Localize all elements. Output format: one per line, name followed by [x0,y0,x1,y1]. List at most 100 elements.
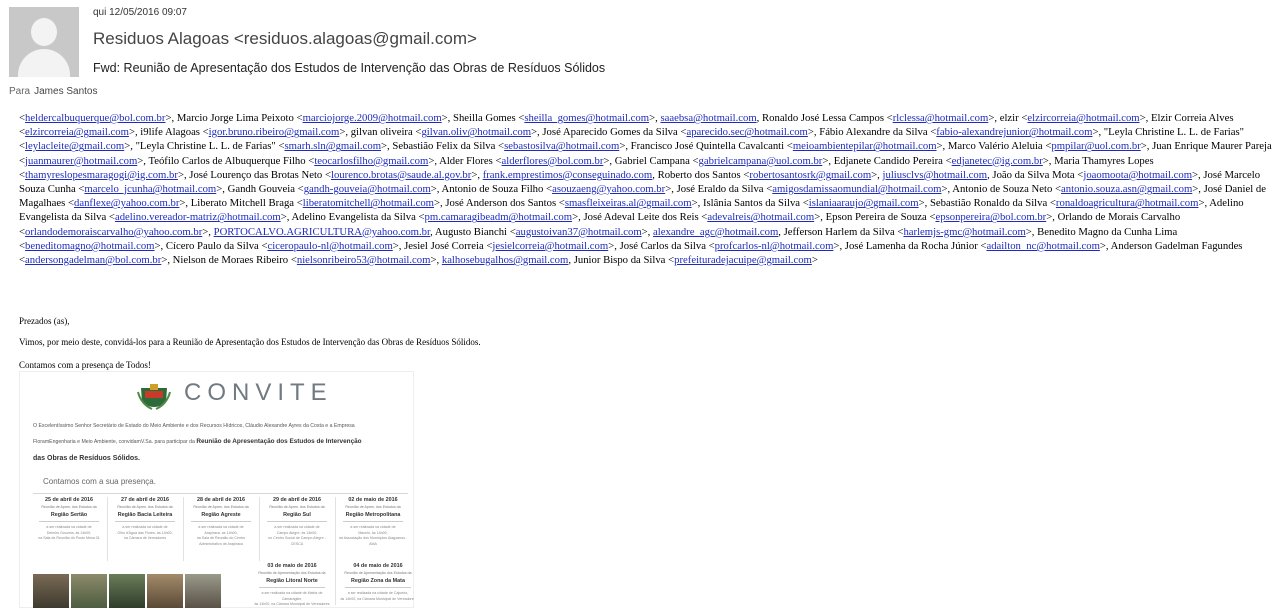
email-link[interactable]: smasfleixeiras.al@gmail.com [565,197,692,209]
session-subtitle: Reunião de Apresentação dos Estudos da [344,571,412,575]
recipient-text: >, gilvan oliveira < [339,126,422,139]
session-detail: Administrativo de Arapiraca [199,541,243,546]
email-link[interactable]: gilvan.oliv@hotmail.com [421,126,531,138]
session-divider [39,521,99,522]
email-link[interactable]: juliusclvs@hotmail.com [883,169,988,181]
email-link[interactable]: juanmaurer@hotmail.com [25,155,137,167]
recipient-text: >, Gabriel Campana < [603,154,699,167]
recipient-text: >, José Eraldo da Silva < [665,183,773,196]
email-link[interactable]: gabrielcampana@uol.com.br [699,155,823,167]
email-link[interactable]: igor.bruno.ribeiro@gmail.com [209,126,340,138]
email-link[interactable]: augustoivan37@hotmail.com [516,226,642,238]
invitation-text: Vimos, por meio deste, convidá-los para … [19,337,481,347]
to-recipient[interactable]: James Santos [34,86,97,97]
recipient-text: >, José Aparecido Gomes da Silva < [531,126,687,139]
email-link[interactable]: pm.camaragibeadm@hotmail.com [425,211,573,223]
email-link[interactable]: islaniaaraujo@gmail.com [809,197,919,209]
recipient-text: >, Epson Pereira de Souza < [814,211,936,224]
session-detail: às 14h00, na Câmara Municipal de Vereado… [254,602,330,606]
session-region: Região Litoral Norte [266,578,318,584]
recipient-text: >, Marcio Jorge Lima Peixoto < [165,112,303,124]
session-divider [259,587,325,588]
invite-presence: Contamos com a sua presença. [43,477,156,486]
email-link[interactable]: profcarlos-nl@hotmail.com [715,240,834,252]
recipient-text: >, elzir < [988,112,1028,124]
email-link[interactable]: lourenco.brotas@saude.al.gov.br [331,169,471,181]
email-link[interactable]: aparecido.sec@hotmail.com [686,126,807,138]
session-subtitle: Reunião de Apres. dos Estudos da [269,505,325,509]
invitation-image: CONVITE O Excelentíssimo Senhor Secretár… [19,371,414,608]
email-link[interactable]: gandh-gouveia@hotmail.com [304,183,431,195]
email-link[interactable]: rlclessa@hotmail.com [893,112,989,124]
email-link[interactable]: frank.emprestimos@conseguinado.com [483,169,653,181]
email-link[interactable]: antonio.souza.asn@gmail.com [1061,183,1192,195]
email-link[interactable]: fabio-alexandrejunior@hotmail.com [936,126,1092,138]
session-detail: na Câmara de Vereadores [123,536,167,540]
email-link[interactable]: elzircorreia@gmail.com [25,126,129,138]
email-link[interactable]: alderflores@bol.com.br [502,155,604,167]
email-link[interactable]: sheilla_gomes@hotmail.com [524,112,649,124]
email-link[interactable]: marcelo_jcunha@hotmail.com [84,183,216,195]
email-link[interactable]: epsonpereira@bol.com.br [936,211,1047,223]
invite-paragraph-2: FloramEngenharia e Meio Ambiente, convid… [33,438,408,446]
email-link[interactable]: beneditomagno@hotmail.com [25,240,154,252]
email-link[interactable]: meioambientepilar@hotmail.com [793,140,937,152]
email-link[interactable]: andersongadelman@bol.com.br [25,254,161,266]
email-link[interactable]: PORTOCALVO.AGRICULTURA@yahoo.com.br [214,226,431,238]
email-link[interactable]: leylacleite@gmail.com [25,140,124,152]
email-link[interactable]: robertosantosrk@gmail.com [749,169,871,181]
recipient-text: , João da Silva Mota < [987,168,1084,181]
invite-bold-line: das Obras de Resíduos Sólidos. [33,455,140,462]
email-link[interactable]: orlandodemoraiscarvalho@yahoo.com.br [25,226,202,238]
session-divider [267,521,327,522]
email-link[interactable]: saaebsa@hotmail.com [660,112,756,124]
recipient-text: >, [202,225,214,238]
session-divider [115,521,175,522]
recipient-text: >, Gandh Gouveia < [216,183,304,196]
email-link[interactable]: sebastosilva@hotmail.com [504,140,619,152]
email-link[interactable]: joaomoota@hotmail.com [1083,169,1192,181]
email-link[interactable]: kalhosebugalhos@gmail.com [442,254,569,266]
session-detail: às 14h00, na Câmara Municipal de Vereado… [340,596,414,601]
email-link[interactable]: jesielcorreia@hotmail.com [492,240,608,252]
session-detail: a ser realizada na cidade de Matriz de C… [261,591,323,601]
to-line: Para James Santos [9,86,98,97]
recipient-text: >, Edjanete Candido Pereira < [822,154,952,167]
email-link[interactable]: heldercalbuquerque@bol.com.br [25,112,165,124]
email-link[interactable]: elzircorreia@hotmail.com [1027,112,1139,124]
session-date: 27 de abril de 2016 [121,497,169,503]
email-link[interactable]: nielsonribeiro53@hotmail.com [297,254,431,266]
recipient-text: >, Islânia Santos da Silva < [691,197,809,210]
email-link[interactable]: marciojorge.2009@hotmail.com [303,112,442,124]
session-region: Região Zona da Mata [351,578,405,584]
email-link[interactable]: harlemjs-gmc@hotmail.com [903,226,1025,238]
email-link[interactable]: danflexe@yahoo.com.br [74,197,179,209]
email-link[interactable]: pmpilar@uol.com.br [1051,140,1140,152]
greeting-text: Prezados (as), [19,316,70,326]
sender-name[interactable]: Residuos Alagoas <residuos.alagoas@gmail… [93,29,477,49]
recipient-text: >, [641,225,654,238]
email-link[interactable]: ronaldoagricultura@hotmail.com [1056,197,1199,209]
email-link[interactable]: amigosdamissaomundial@hotmail.com [772,183,941,195]
session-detail: a ser realizada na cidade de Cajueiro, [347,591,409,595]
email-link[interactable]: liberatomitchell@hotmail.com [303,197,434,209]
email-link[interactable]: asouzaeng@yahoo.com.br [552,183,665,195]
email-link[interactable]: adailton_nc@hotmail.com [986,240,1099,252]
email-link[interactable]: thamyreslopesmaragogi@ig.com.br [25,169,178,181]
invite-divider [33,493,408,494]
email-link[interactable]: alexandre_agc@hotmail.com [653,226,778,238]
recipient-text: > [811,254,818,267]
email-link[interactable]: smarh.sln@gmail.com [284,140,381,152]
session-detail: CESCA [290,541,304,546]
session-date: 02 de maio de 2016 [348,497,398,503]
sender-avatar[interactable] [9,7,79,77]
email-link[interactable]: edjanetec@ig.com.br [952,155,1043,167]
email-link[interactable]: ciceropaulo-nl@hotmail.com [267,240,392,252]
session-region: Região Bacia Leiteira [117,512,173,518]
email-link[interactable]: teocarlosfilho@gmail.com [314,155,428,167]
email-link[interactable]: adevalreis@hotmail.com [707,211,814,223]
recipient-text: >, Antonio de Souza Neto < [941,183,1062,196]
recipient-text: >, Teófilo Carlos de Albuquerque Filho < [137,154,315,167]
email-link[interactable]: adelino.vereador-matriz@hotmail.com [115,211,281,223]
email-link[interactable]: prefeituradejacuipe@gmail.com [674,254,812,266]
